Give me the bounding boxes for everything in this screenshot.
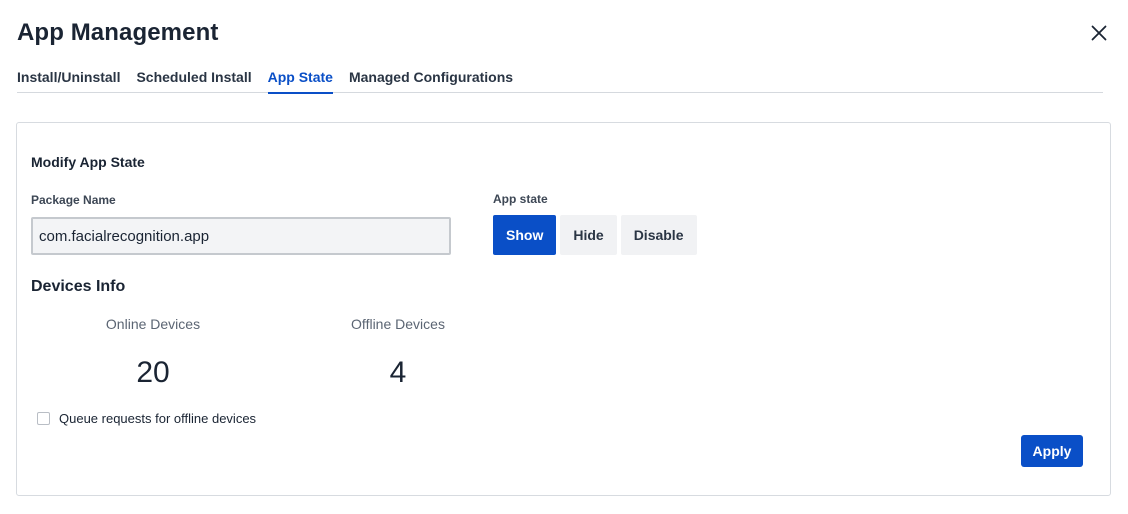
disable-button[interactable]: Disable bbox=[620, 215, 697, 255]
offline-devices-label: Offline Devices bbox=[351, 316, 445, 332]
close-icon bbox=[1091, 25, 1107, 41]
package-name-label: Package Name bbox=[31, 193, 116, 207]
offline-devices-count: 4 bbox=[389, 356, 407, 389]
app-state-button-group: Show Hide Disable bbox=[493, 215, 697, 255]
tab-install-uninstall[interactable]: Install/Uninstall bbox=[17, 61, 120, 94]
show-button[interactable]: Show bbox=[493, 215, 557, 255]
queue-requests-checkbox[interactable] bbox=[37, 412, 50, 425]
offline-devices-stat: Offline Devices 4 bbox=[298, 316, 498, 390]
online-devices-count: 20 bbox=[136, 356, 170, 389]
tab-scheduled-install[interactable]: Scheduled Install bbox=[136, 61, 251, 94]
app-management-dialog: App Management Install/Uninstall Schedul… bbox=[0, 0, 1128, 514]
package-name-input[interactable] bbox=[31, 217, 451, 255]
app-state-label: App state bbox=[493, 192, 548, 206]
app-state-card: Modify App State Package Name App state … bbox=[16, 122, 1111, 496]
online-devices-label: Online Devices bbox=[105, 316, 201, 332]
queue-requests-option[interactable]: Queue requests for offline devices bbox=[37, 411, 256, 426]
tab-app-state[interactable]: App State bbox=[267, 61, 333, 94]
devices-info-title: Devices Info bbox=[31, 278, 126, 295]
dialog-title: App Management bbox=[17, 19, 219, 46]
close-button[interactable] bbox=[1086, 20, 1112, 46]
tab-managed-configurations[interactable]: Managed Configurations bbox=[349, 61, 513, 94]
modify-app-state-title: Modify App State bbox=[31, 154, 145, 170]
apply-button[interactable]: Apply bbox=[1021, 435, 1083, 467]
hide-button[interactable]: Hide bbox=[560, 215, 617, 255]
queue-requests-label: Queue requests for offline devices bbox=[59, 411, 257, 426]
online-devices-stat: Online Devices 20 bbox=[53, 316, 253, 390]
tab-bar: Install/Uninstall Scheduled Install App … bbox=[17, 61, 1103, 94]
